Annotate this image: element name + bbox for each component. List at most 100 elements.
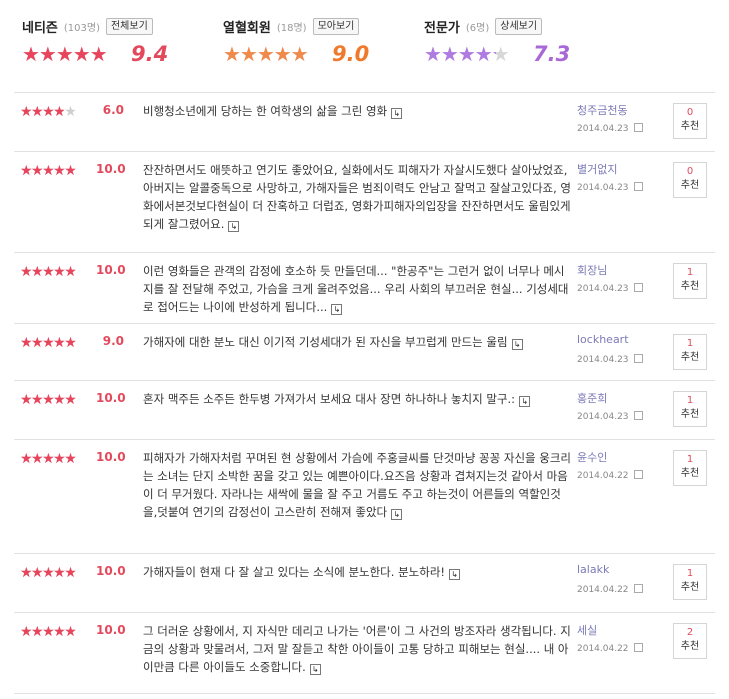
recommend-button[interactable]: 0 추천 (673, 103, 707, 139)
report-icon[interactable] (633, 283, 643, 292)
review-date-line: 2014.04.23 (577, 410, 643, 422)
group-count: (6명) (465, 22, 490, 34)
star-fill-icon: ★★★★★ (20, 265, 77, 279)
expand-icon[interactable]: ↳ (331, 304, 343, 315)
recommend-count: 0 (686, 107, 694, 118)
group-score-line: ★★★★★ ★★★★★ 9.0 (223, 42, 369, 66)
review-text: 피해자가 가해자처럼 꾸며된 현 상황에서 가슴에 주홍글씨를 단것마냥 꽁꽁 … (143, 451, 572, 519)
review-text: 비행청소년에게 당하는 한 여학생의 삶을 그린 영화 (143, 104, 388, 118)
expand-icon[interactable]: ↳ (391, 509, 403, 520)
review-row: ★★★★★ ★★★★★ 10.0 잔잔하면서도 애뜻하고 연기도 좋았어요, 실화에서… (14, 151, 715, 252)
expand-icon[interactable]: ↳ (391, 108, 403, 119)
recommend-count: 1 (686, 267, 694, 278)
recommend-button[interactable]: 1 추천 (673, 334, 707, 370)
review-score: 10.0 (96, 391, 126, 405)
recommend-button[interactable]: 1 추천 (673, 391, 707, 427)
recommend-button[interactable]: 1 추천 (673, 564, 707, 600)
expand-icon[interactable]: ↳ (519, 396, 531, 407)
rating-summary: 네티즌 (103명) 전체보기 ★★★★★ ★★★★★ 9.4 열혈회원 (18명) 모아보기 ★… (0, 0, 729, 92)
group-score: 7.3 (533, 42, 571, 66)
group-title: 네티즌 (22, 20, 58, 36)
reviewer-name[interactable]: lalakk (577, 563, 609, 576)
recommend-button[interactable]: 2 추천 (673, 623, 707, 659)
star-rating: ★★★★★★★★★★ (20, 265, 94, 279)
report-icon[interactable] (633, 123, 643, 132)
recommend-label: 추천 (680, 180, 700, 191)
review-text: 가해자들이 현재 다 잘 살고 있다는 소식에 분노한다. 분노하라! (143, 565, 446, 579)
report-icon[interactable] (633, 470, 643, 479)
recommend-label: 추천 (680, 641, 700, 652)
review-date-line: 2014.04.23 (577, 122, 643, 134)
star-rating: ★★★★★★★★★★ (20, 452, 94, 466)
review-date: 2014.04.23 (577, 355, 629, 365)
star-fill-icon: ★★★★★ (20, 625, 77, 639)
star-rating-summary: ★★★★★★★★★★ (424, 43, 523, 65)
review-date: 2014.04.23 (577, 124, 629, 134)
recommend-label: 추천 (680, 468, 700, 479)
review-date: 2014.04.23 (577, 412, 629, 422)
report-icon[interactable] (633, 643, 643, 652)
star-fill-icon: ★★★★★ (424, 43, 496, 65)
expand-icon[interactable]: ↳ (309, 664, 321, 675)
reviewer-name[interactable]: 홍준희 (577, 390, 607, 406)
review-date: 2014.04.22 (577, 471, 629, 481)
review-text-block: 혼자 맥주든 소주든 한두병 가져가서 보세요 대사 장면 하나하나 놓치지 말… (143, 390, 573, 408)
star-fill-icon: ★★★★★ (20, 452, 77, 466)
star-fill-icon: ★★★★★ (20, 336, 77, 350)
report-icon[interactable] (633, 411, 643, 420)
group-score: 9.0 (332, 42, 370, 66)
review-text-block: 이런 영화들은 관객의 감정에 호소하 듯 만들던데... "한공주"는 그런거… (143, 262, 573, 316)
review-date-line: 2014.04.23 (577, 282, 643, 294)
review-score: 6.0 (102, 103, 124, 117)
group-count: (18명) (276, 22, 307, 34)
recommend-label: 추천 (680, 121, 700, 132)
report-icon[interactable] (633, 584, 643, 593)
group-title: 전문가 (424, 20, 460, 36)
reviewer-name[interactable]: 회장님 (577, 262, 607, 278)
star-rating: ★★★★★★★★★★ (20, 105, 94, 119)
review-date: 2014.04.23 (577, 284, 629, 294)
expand-icon[interactable]: ↳ (511, 339, 523, 350)
review-date: 2014.04.22 (577, 644, 629, 654)
report-icon[interactable] (633, 182, 643, 191)
review-date-line: 2014.04.22 (577, 583, 643, 595)
reviewer-name[interactable]: 윤수인 (577, 449, 607, 465)
review-text: 이런 영화들은 관객의 감정에 호소하 듯 만들던데... "한공주"는 그런거… (143, 264, 569, 314)
review-text-block: 그 더러운 상황에서, 지 자식만 데리고 나가는 '어른'이 그 사건의 방조… (143, 622, 573, 676)
recommend-button[interactable]: 1 추천 (673, 263, 707, 299)
review-date-line: 2014.04.23 (577, 181, 643, 193)
expand-icon[interactable]: ↳ (449, 569, 461, 580)
star-rating-summary: ★★★★★★★★★★ (223, 43, 322, 65)
star-fill-icon: ★★★★★ (20, 393, 77, 407)
recommend-label: 추천 (680, 281, 700, 292)
recommend-label: 추천 (680, 582, 700, 593)
reviewer-name[interactable]: lockheart (577, 333, 629, 346)
view-all-button[interactable]: 상세보기 (495, 17, 543, 35)
expand-icon[interactable]: ↳ (228, 221, 240, 232)
review-score: 10.0 (96, 450, 126, 464)
review-row: ★★★★★ ★★★★★ 10.0 혼자 맥주든 소주든 한두병 가져가서 보세요 대사… (14, 380, 715, 439)
review-date-line: 2014.04.22 (577, 469, 643, 481)
review-row: ★★★★★ ★★★★★ 10.0 가해자들이 현재 다 잘 살고 있다는 소식에 분노… (14, 553, 715, 612)
review-text-block: 피해자가 가해자처럼 꾸며된 현 상황에서 가슴에 주홍글씨를 단것마냥 꽁꽁 … (143, 449, 573, 521)
recommend-button[interactable]: 1 추천 (673, 450, 707, 486)
reviewer-name[interactable]: 세실 (577, 622, 597, 638)
reviewer-name[interactable]: 청주금천동 (577, 102, 628, 118)
recommend-count: 1 (686, 454, 694, 465)
review-text: 혼자 맥주든 소주든 한두병 가져가서 보세요 대사 장면 하나하나 놓치지 말… (143, 392, 516, 406)
view-all-button[interactable]: 전체보기 (105, 17, 153, 35)
review-page: 네티즌 (103명) 전체보기 ★★★★★ ★★★★★ 9.4 열혈회원 (18명) 모아보기 ★… (0, 0, 729, 699)
recommend-button[interactable]: 0 추천 (673, 162, 707, 198)
reviewer-name[interactable]: 별거없지 (577, 161, 617, 177)
view-all-button[interactable]: 모아보기 (312, 17, 360, 35)
review-row: ★★★★★ ★★★★★ 9.0 가해자에 대한 분노 대신 이기적 기성세대가 된 자… (14, 323, 715, 380)
review-text-block: 가해자들이 현재 다 잘 살고 있다는 소식에 분노한다. 분노하라! ↳ (143, 563, 573, 581)
review-text-block: 비행청소년에게 당하는 한 여학생의 삶을 그린 영화 ↳ (143, 102, 573, 120)
report-icon[interactable] (633, 354, 643, 363)
recommend-count: 1 (686, 338, 694, 349)
review-date: 2014.04.22 (577, 585, 629, 595)
review-row: ★★★★★★★★★★ 6.0 비행청소년에게 당하는 한 여학생의 삶을 그린 영화… (14, 92, 715, 151)
review-row: ★★★★★ ★★★★★ 10.0 그 더러운 상황에서, 지 자식만 데리고 나가는 … (14, 612, 715, 694)
group-title: 열혈회원 (223, 20, 271, 36)
review-list: ★★★★★★★★★★6.0비행청소년에게 당하는 한 여학생의 삶을 그린 영화… (14, 92, 715, 694)
